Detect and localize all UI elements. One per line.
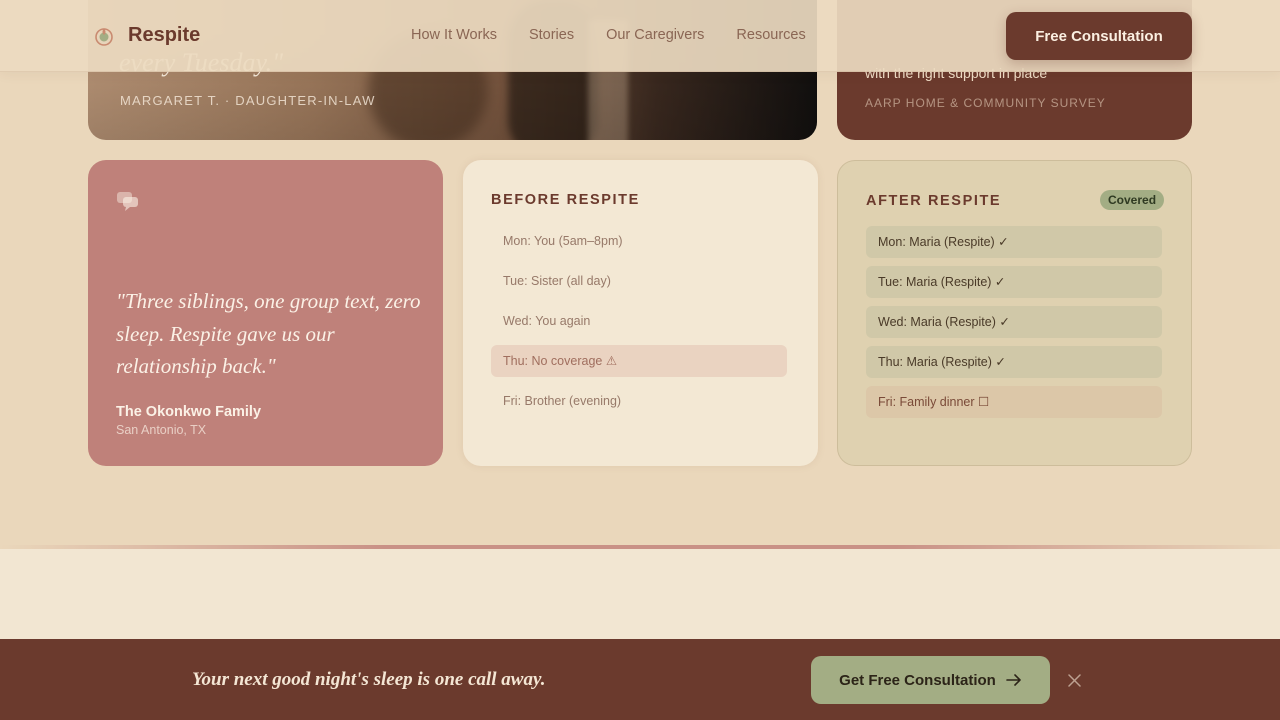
free-consultation-button[interactable]: Free Consultation	[1006, 12, 1192, 60]
logo[interactable]: Respite	[94, 24, 200, 47]
schedule-item-family: Fri: Family dinner ☐	[866, 386, 1162, 418]
chat-bubbles-icon	[117, 192, 138, 211]
before-schedule-list: Mon: You (5am–8pm) Tue: Sister (all day)…	[491, 225, 787, 425]
testimonial-location: San Antonio, TX	[116, 423, 207, 437]
schedule-item: Fri: Brother (evening)	[503, 394, 622, 408]
nav-how-it-works[interactable]: How It Works	[411, 27, 497, 43]
cta-label: Get Free Consultation	[839, 671, 996, 689]
sticky-cta-bar: Your next good night's sleep is one call…	[0, 639, 1280, 720]
stat-source: AARP HOME & COMMUNITY SURVEY	[865, 96, 1106, 110]
hero-attribution: MARGARET T. · DAUGHTER-IN-LAW	[120, 93, 376, 108]
status-badge: Covered	[1100, 190, 1165, 210]
before-title: BEFORE RESPITE	[491, 192, 640, 208]
after-schedule-list: Mon: Maria (Respite) ✓ Tue: Maria (Respi…	[866, 226, 1162, 426]
schedule-item-alert: Thu: No coverage ⚠	[491, 345, 787, 377]
main-nav: How It Works Stories Our Caregivers Reso…	[411, 27, 806, 43]
arrow-right-icon	[1006, 674, 1021, 686]
after-respite-card: AFTER RESPITE Covered Mon: Maria (Respit…	[837, 160, 1192, 466]
site-header: Respite How It Works Stories Our Caregiv…	[0, 0, 1280, 72]
schedule-item: Tue: Maria (Respite) ✓	[866, 266, 1162, 298]
nav-stories[interactable]: Stories	[529, 27, 574, 43]
sticky-message: Your next good night's sleep is one call…	[192, 669, 546, 690]
close-button[interactable]	[1065, 671, 1083, 689]
get-free-consultation-button[interactable]: Get Free Consultation	[811, 656, 1050, 704]
schedule-item: Mon: Maria (Respite) ✓	[866, 226, 1162, 258]
schedule-item: Wed: Maria (Respite) ✓	[866, 306, 1162, 338]
close-icon	[1067, 673, 1081, 687]
logo-icon	[95, 27, 113, 46]
schedule-item: Mon: You (5am–8pm)	[503, 234, 623, 248]
nav-resources[interactable]: Resources	[736, 27, 805, 43]
before-respite-card: BEFORE RESPITE Mon: You (5am–8pm) Tue: S…	[463, 160, 818, 466]
schedule-item: Tue: Sister (all day)	[503, 274, 611, 288]
testimonial-card: "Three siblings, one group text, zero sl…	[88, 160, 443, 466]
schedule-item: Thu: Maria (Respite) ✓	[866, 346, 1162, 378]
brand-name: Respite	[128, 24, 201, 46]
testimonial-quote: "Three siblings, one group text, zero sl…	[116, 289, 421, 378]
nav-our-caregivers[interactable]: Our Caregivers	[606, 27, 704, 43]
after-title: AFTER RESPITE	[866, 193, 1002, 209]
lower-section	[0, 549, 1280, 639]
schedule-item: Wed: You again	[503, 314, 591, 328]
testimonial-name: The Okonkwo Family	[116, 404, 262, 420]
